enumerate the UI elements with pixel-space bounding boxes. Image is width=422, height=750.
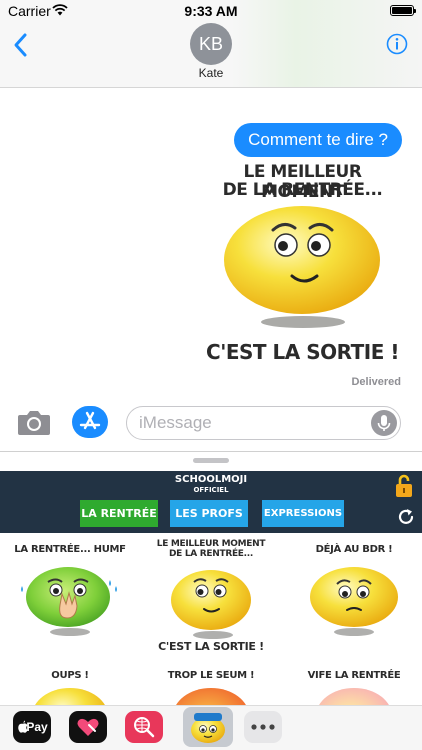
heart-icon <box>77 718 99 736</box>
delivered-status: Delivered <box>351 376 401 388</box>
globe-search-icon <box>134 717 155 738</box>
sticker-caption-bottom: C'EST LA SORTIE ! <box>206 340 399 364</box>
apple-pay-app[interactable]: Pay <box>13 711 51 743</box>
sticker-deja-au-bdr[interactable]: DÉJÀ AU BDR ! <box>284 538 422 678</box>
smiling-face-sticker <box>224 206 380 328</box>
schoolmoji-app[interactable] <box>183 707 233 747</box>
app-title-main: SCHOOLMOJI <box>174 474 248 485</box>
tab-les-profs[interactable]: LES PROFS <box>170 500 248 527</box>
refresh-icon[interactable] <box>396 507 416 527</box>
sticker-la-rentree-humf[interactable]: LA RENTRÉE... HUMF <box>0 538 140 678</box>
drawer-grabber[interactable] <box>193 458 229 463</box>
smiling-face-sticker-small <box>171 570 251 639</box>
back-chevron-icon[interactable] <box>10 32 32 58</box>
contact-avatar[interactable]: KB <box>190 23 232 65</box>
contact-name[interactable]: Kate <box>0 66 422 80</box>
sticker-label: OUPS ! <box>51 670 89 681</box>
camera-icon[interactable] <box>17 408 51 436</box>
sticker-meilleur-moment[interactable]: LE MEILLEUR MOMENT DE LA RENTRÉE... C'ES… <box>141 538 281 678</box>
lock-icon[interactable] <box>394 474 414 498</box>
app-title-sub: OFFICIEL <box>193 486 229 494</box>
status-time: 9:33 AM <box>184 3 238 19</box>
message-bubble[interactable]: Comment te dire ? <box>234 123 402 157</box>
info-icon[interactable] <box>386 33 408 55</box>
message-input[interactable] <box>139 407 359 439</box>
tab-la-rentree[interactable]: LA RENTRÉE <box>80 500 158 527</box>
status-bar: Carrier 9:33 AM <box>0 0 422 22</box>
digital-touch-app[interactable] <box>69 711 107 743</box>
sticker-label: TROP LE SEUM ! <box>167 670 255 681</box>
app-title: SCHOOLMOJI OFFICIEL <box>0 475 422 495</box>
sticker-label: VIFE LA RENTRÉE <box>307 670 401 681</box>
tab-expressions[interactable]: EXPRESSIONS <box>262 500 344 527</box>
sticker-label: DÉJÀ AU BDR ! <box>315 544 393 555</box>
message-input-container <box>126 406 401 440</box>
sticker-caption: C'EST LA SORTIE ! <box>158 640 264 653</box>
microphone-button[interactable] <box>371 410 397 436</box>
app-store-icon <box>79 411 101 430</box>
sticker-vife-la-rentree[interactable]: VIFE LA RENTRÉE <box>284 668 422 708</box>
sent-sticker[interactable]: LE MEILLEUR MOMENT DE LA RENTRÉE... C'ES… <box>200 160 405 370</box>
search-images-app[interactable] <box>125 711 163 743</box>
sticker-trop-le-seum[interactable]: TROP LE SEUM ! <box>141 668 281 708</box>
more-apps-button[interactable] <box>244 711 282 743</box>
sticker-caption-top-2: DE LA RENTRÉE... <box>222 180 383 200</box>
apple-pay-label: Pay <box>26 720 48 734</box>
microphone-icon <box>377 415 391 431</box>
battery-icon <box>390 5 416 16</box>
more-icon <box>251 724 275 730</box>
sticker-oups[interactable]: OUPS ! <box>0 668 140 708</box>
app-store-button[interactable] <box>72 406 108 438</box>
sick-face-sticker <box>21 567 117 636</box>
sticker-label: LA RENTRÉE... HUMF <box>14 544 126 555</box>
worried-face-sticker <box>310 567 398 636</box>
sticker-label-line2: DE LA RENTRÉE... <box>168 549 254 559</box>
schoolmoji-face-icon <box>191 713 225 743</box>
